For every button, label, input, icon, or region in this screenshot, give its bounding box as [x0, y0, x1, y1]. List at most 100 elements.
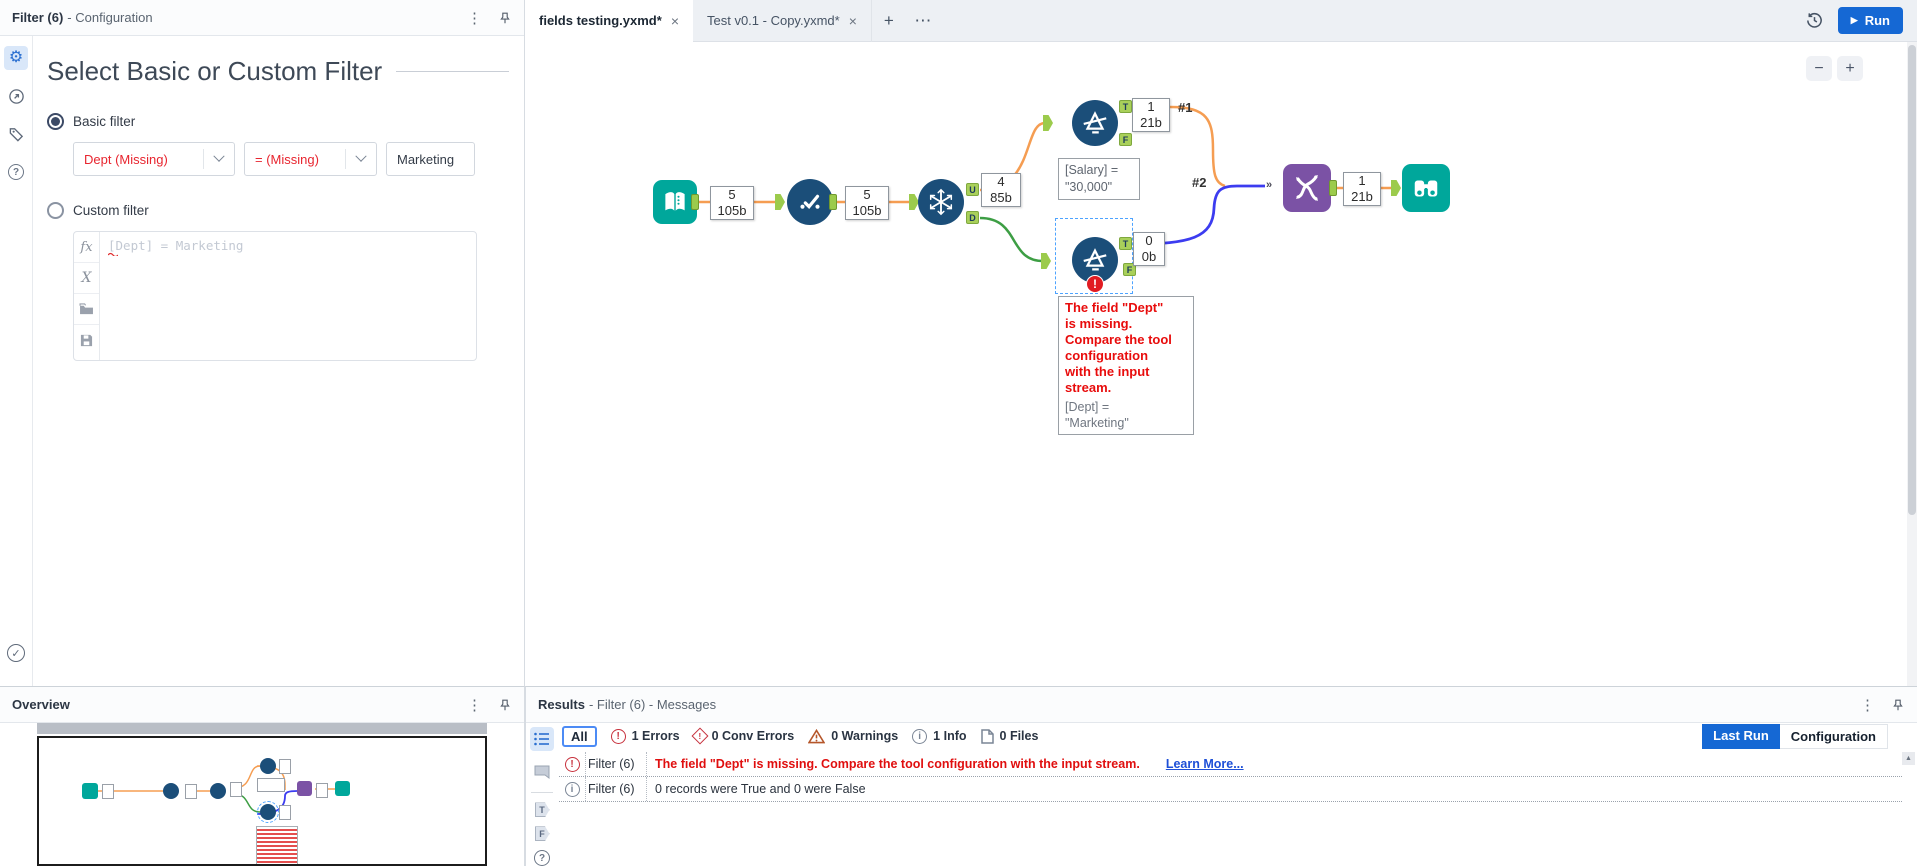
minimap-badge [102, 784, 114, 799]
operator-dropdown[interactable]: = (Missing) [244, 142, 377, 176]
heading-rule [396, 71, 509, 72]
overview-panel-header: Overview ⋮ [0, 687, 524, 723]
error-badge-icon: ! [1086, 275, 1104, 293]
expression-toolbar: fx X [74, 232, 100, 360]
error-annotation[interactable]: The field "Dept" is missing. Compare the… [1058, 296, 1194, 435]
run-button[interactable]: ▶ Run [1837, 7, 1903, 34]
connection-label-2: #2 [1192, 175, 1207, 190]
tab-fields-testing[interactable]: fields testing.yxmd* × [525, 0, 693, 42]
apply-check-icon[interactable]: ✓ [7, 644, 25, 662]
tab-overflow-button[interactable]: ⋯ [906, 0, 940, 42]
new-tab-button[interactable]: + [872, 0, 906, 42]
filter-tool-salary[interactable] [1072, 100, 1118, 146]
results-menu-icon[interactable]: ⋮ [1860, 696, 1875, 714]
false-output-view-icon[interactable]: F [534, 826, 550, 842]
chevron-down-icon[interactable] [204, 150, 234, 163]
learn-more-link[interactable]: Learn More... [1166, 757, 1244, 771]
conv-error-icon: ! [691, 727, 709, 745]
workflow-canvas[interactable]: − + 5 105b 5 105b U D 4 85b T F 1 21b #1… [525, 42, 1907, 686]
expression-input[interactable]: [Dept] = Marketing [100, 232, 476, 360]
gear-icon: ⚙ [8, 49, 24, 66]
filter-value-input[interactable]: Marketing [386, 142, 475, 176]
expression-editor[interactable]: fx X [Dept] = Marketing [73, 231, 477, 361]
config-menu-icon[interactable]: ⋮ [467, 9, 482, 27]
minimap-select-tool [163, 783, 179, 799]
message-row-error[interactable]: ! Filter (6) The field "Dept" is missing… [559, 752, 1902, 777]
filter-info-button[interactable]: i 1 Info [912, 728, 967, 744]
run-history-icon[interactable] [1805, 11, 1824, 30]
pin-icon[interactable] [498, 698, 512, 712]
output-anchor[interactable] [691, 194, 699, 210]
salary-annotation[interactable]: [Salary] = "30,000" [1058, 158, 1140, 200]
minimap-filter2-tool [257, 801, 279, 823]
minimap-badge [279, 805, 291, 820]
duplicate-anchor-d[interactable]: D [966, 211, 979, 224]
true-anchor[interactable]: T [1119, 237, 1132, 250]
results-scroll-up-icon[interactable]: ▲ [1902, 752, 1915, 765]
results-side-rail: T F ? [525, 722, 559, 866]
save-expression-icon[interactable] [74, 325, 99, 356]
data-view-icon[interactable] [530, 760, 554, 784]
minimap-union-tool [297, 781, 312, 796]
overview-minimap[interactable] [37, 736, 487, 866]
expression-placeholder: [Dept] = Marketing [108, 238, 244, 253]
true-anchor[interactable]: T [1119, 100, 1132, 113]
browse-tool[interactable] [1402, 164, 1450, 212]
error-squiggle [108, 252, 118, 256]
error-icon: ! [610, 728, 626, 744]
pin-icon[interactable] [1891, 698, 1905, 712]
field-dropdown[interactable]: Dept (Missing) [73, 142, 235, 176]
filter-errors-button[interactable]: ! 1 Errors [610, 728, 680, 744]
functions-button[interactable]: fx [74, 232, 99, 263]
output-anchor[interactable] [1329, 180, 1337, 196]
filter-all-button[interactable]: All [562, 725, 597, 747]
config-heading: Select Basic or Custom Filter [47, 56, 383, 86]
help-icon[interactable]: ? [4, 160, 28, 184]
last-run-tab[interactable]: Last Run [1702, 723, 1780, 749]
true-output-view-icon[interactable]: T [534, 802, 550, 818]
tab-test-v01-copy[interactable]: Test v0.1 - Copy.yxmd* × [693, 0, 872, 42]
configuration-tab[interactable]: Configuration [1779, 723, 1888, 749]
variables-button[interactable]: X [74, 263, 99, 294]
overview-viewport-bar[interactable] [37, 723, 487, 734]
select-tool[interactable] [787, 179, 833, 225]
connection-label-1: #1 [1178, 100, 1193, 115]
open-expression-icon[interactable] [74, 294, 99, 325]
output-anchor[interactable] [829, 194, 837, 210]
results-help-icon[interactable]: ? [534, 850, 550, 866]
false-anchor[interactable]: F [1119, 133, 1132, 146]
chevron-down-icon[interactable] [346, 150, 376, 163]
overview-menu-icon[interactable]: ⋮ [467, 696, 482, 714]
pin-icon[interactable] [498, 11, 512, 25]
config-title-tool: Filter (6) [12, 10, 64, 25]
multi-connection-icon: » [1266, 179, 1272, 191]
play-icon: ▶ [1850, 15, 1858, 25]
basic-filter-radio[interactable] [47, 113, 64, 130]
canvas-scrollbar-thumb[interactable] [1908, 45, 1916, 515]
info-message-text: 0 records were True and 0 were False [655, 782, 866, 796]
filter-conv-errors-button[interactable]: ! 0 Conv Errors [691, 727, 794, 745]
filter-files-button[interactable]: 0 Files [980, 728, 1038, 744]
record-count-badge: 5 105b [710, 186, 754, 220]
filter-warnings-button[interactable]: 0 Warnings [808, 728, 898, 744]
custom-filter-option[interactable]: Custom filter [47, 202, 509, 219]
unique-anchor-u[interactable]: U [966, 183, 979, 196]
message-row-info[interactable]: i Filter (6) 0 records were True and 0 w… [559, 777, 1902, 802]
record-count-badge: 0 0b [1133, 232, 1165, 266]
unique-tool[interactable] [918, 179, 964, 225]
record-count-badge: 1 21b [1343, 172, 1381, 206]
union-tool[interactable] [1283, 164, 1331, 212]
basic-filter-option[interactable]: Basic filter [47, 113, 509, 130]
error-message-text: The field "Dept" is missing. Compare the… [655, 757, 1140, 771]
custom-filter-radio[interactable] [47, 202, 64, 219]
minimap-filter1-tool [260, 758, 276, 774]
navigation-icon[interactable] [4, 84, 28, 108]
minimap-badge [230, 782, 242, 797]
info-icon: i [912, 728, 928, 744]
record-count-badge: 4 85b [981, 173, 1021, 207]
close-icon[interactable]: × [849, 13, 857, 29]
annotation-tag-icon[interactable] [4, 122, 28, 146]
configuration-tab-icon[interactable]: ⚙ [4, 46, 28, 70]
close-icon[interactable]: × [671, 13, 679, 29]
messages-view-icon[interactable] [530, 727, 554, 751]
